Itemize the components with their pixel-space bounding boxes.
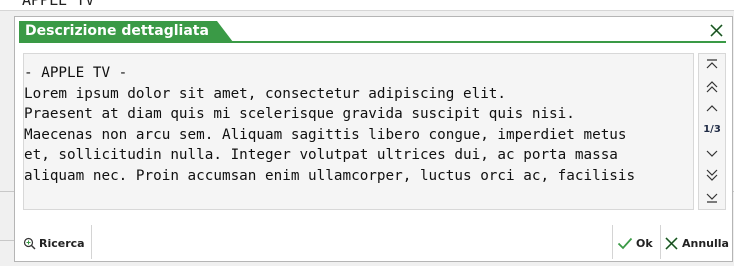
page-up-icon <box>706 81 718 93</box>
scroll-bottom-icon <box>706 193 718 203</box>
ok-button-label: Ok <box>636 236 653 250</box>
page-down-icon <box>706 169 718 181</box>
description-line: - APPLE TV - <box>24 65 128 81</box>
description-line: Lorem ipsum dolor sit amet, consectetur … <box>24 85 507 102</box>
search-button[interactable]: Ricerca <box>23 234 85 252</box>
line-up-icon <box>706 105 718 112</box>
dialog-title: Descrizione dettagliata <box>25 23 209 39</box>
description-dialog: Descrizione dettagliata - APPLE TV - Lor… <box>14 16 733 262</box>
checkmark-icon <box>617 237 633 249</box>
title-underline <box>19 41 726 43</box>
description-line: Maecenas non arcu sem. Aliquam sagittis … <box>24 126 627 143</box>
cancel-button-label: Annulla <box>682 236 729 250</box>
search-button-label: Ricerca <box>39 236 85 250</box>
footer-separator <box>91 225 92 259</box>
scroll-top-button[interactable] <box>703 57 721 73</box>
scroll-controls: 1/3 <box>698 53 726 210</box>
close-x-icon <box>710 24 723 37</box>
description-line: Praesent at diam quis mi scelerisque gra… <box>24 106 575 122</box>
line-up-button[interactable] <box>703 101 721 117</box>
cancel-button[interactable]: Annulla <box>664 234 729 252</box>
background-window-strip: APPLE TV <box>0 0 734 11</box>
footer-separator <box>660 225 661 259</box>
page-indicator: 1/3 <box>703 124 721 135</box>
dialog-title-tab: Descrizione dettagliata <box>19 21 233 42</box>
line-down-button[interactable] <box>703 145 721 161</box>
line-down-icon <box>706 150 718 157</box>
scroll-top-icon <box>706 59 718 69</box>
ok-button[interactable]: Ok <box>617 234 653 252</box>
background-partial-text: APPLE TV <box>22 0 95 9</box>
description-line: aliquam nec. Proin accumsan enim ullamco… <box>24 167 636 184</box>
description-textarea[interactable]: - APPLE TV - Lorem ipsum dolor sit amet,… <box>23 53 694 210</box>
description-line: et, sollicitudin nulla. Integer volutpat… <box>24 147 618 163</box>
search-icon <box>23 237 36 249</box>
page-up-button[interactable] <box>703 79 721 95</box>
dialog-footer: Ricerca Ok Annulla <box>15 223 732 261</box>
footer-separator <box>612 225 613 259</box>
page-down-button[interactable] <box>703 167 721 183</box>
close-button[interactable] <box>708 22 725 39</box>
scroll-bottom-button[interactable] <box>703 189 721 205</box>
cancel-x-icon <box>665 236 678 250</box>
